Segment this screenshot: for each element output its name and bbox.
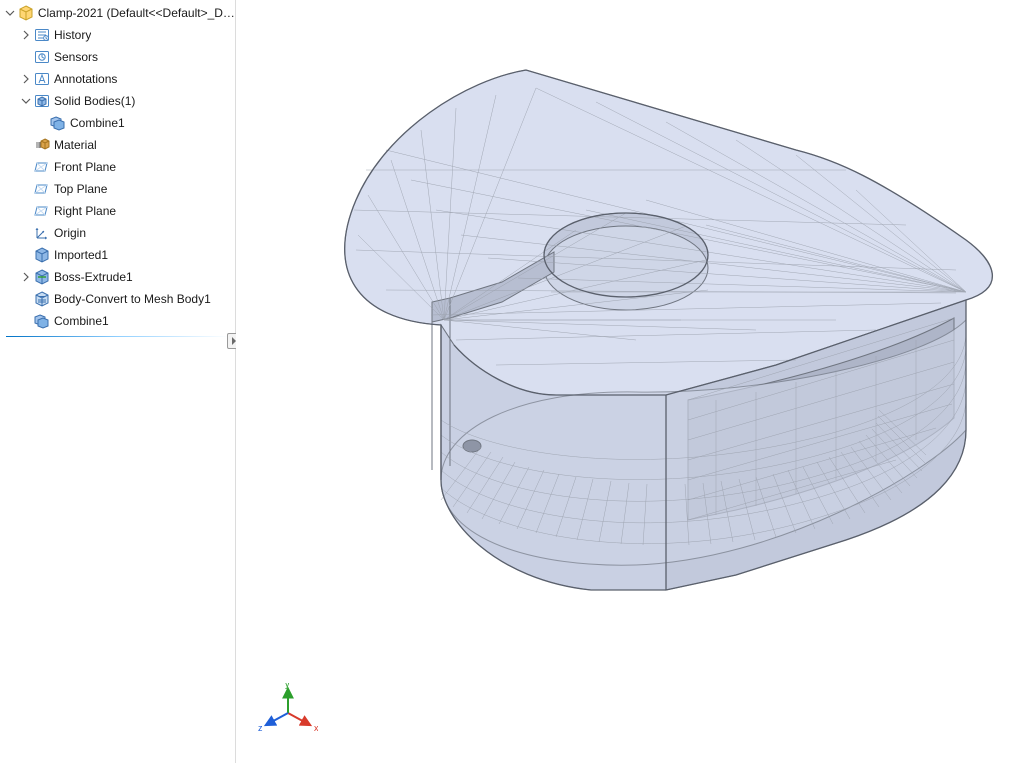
tree-item-label: Combine1 [70,116,125,130]
axis-y-label: y [285,683,290,689]
expand-icon[interactable] [20,51,32,63]
tree-item-label: Combine1 [54,314,109,328]
tree-item-label: Front Plane [54,160,116,174]
tree-item-label: Material [54,138,97,152]
history-icon [34,27,50,43]
tree-item-solidbodies-3[interactable]: Solid Bodies(1) [0,90,235,112]
expand-icon[interactable] [20,183,32,195]
axis-x-label: x [314,723,318,733]
tree-item-label: Solid Bodies(1) [54,94,135,108]
tree-item-label: Body-Convert to Mesh Body1 [54,292,211,306]
tree-root-label: Clamp-2021 (Default<<Default>_Disp [38,6,235,20]
expand-icon[interactable] [36,117,48,129]
imported-icon [34,247,50,263]
tree-item-plane-6[interactable]: Front Plane [0,156,235,178]
expand-icon[interactable] [20,29,32,41]
extrude-icon [34,269,50,285]
tree-item-label: History [54,28,91,42]
tree-item-history-0[interactable]: History [0,24,235,46]
annotations-icon [34,71,50,87]
expand-icon[interactable] [4,7,16,19]
model-solid [345,70,993,590]
axis-x [288,713,310,725]
combine-icon [50,115,66,131]
axis-z [266,713,288,725]
tree-item-material-5[interactable]: Material [0,134,235,156]
sensors-icon [34,49,50,65]
axis-z-label: z [258,723,263,733]
tree-item-meshconvert-12[interactable]: Body-Convert to Mesh Body1 [0,288,235,310]
tree-item-combine-13[interactable]: Combine1 [0,310,235,332]
expand-icon[interactable] [20,139,32,151]
combine-icon [34,313,50,329]
tree-root-row[interactable]: Clamp-2021 (Default<<Default>_Disp [0,2,235,24]
meshconvert-icon [34,291,50,307]
tree-item-label: Imported1 [54,248,108,262]
tree-item-origin-9[interactable]: Origin [0,222,235,244]
tree-item-annotations-2[interactable]: Annotations [0,68,235,90]
feature-tree-pane[interactable]: Clamp-2021 (Default<<Default>_Disp Histo… [0,0,236,763]
expand-icon[interactable] [20,227,32,239]
tree-item-plane-8[interactable]: Right Plane [0,200,235,222]
plane-icon [34,203,50,219]
expand-icon[interactable] [20,271,32,283]
tree-item-combine-4[interactable]: Combine1 [0,112,235,134]
expand-icon[interactable] [20,73,32,85]
tree-item-label: Top Plane [54,182,107,196]
tree-item-sensors-1[interactable]: Sensors [0,46,235,68]
plane-icon [34,181,50,197]
tree-end-divider [6,336,229,337]
model-canvas[interactable] [236,0,1011,763]
tree-item-label: Boss-Extrude1 [54,270,133,284]
tree-item-imported-10[interactable]: Imported1 [0,244,235,266]
origin-icon [34,225,50,241]
tree-item-plane-7[interactable]: Top Plane [0,178,235,200]
plane-icon [34,159,50,175]
solidbodies-icon [34,93,50,109]
orientation-triad[interactable]: x y z [258,683,318,743]
tree-item-label: Right Plane [54,204,116,218]
tree-item-label: Sensors [54,50,98,64]
tree-item-extrude-11[interactable]: Boss-Extrude1 [0,266,235,288]
graphics-viewport[interactable]: x y z [236,0,1011,763]
expand-icon[interactable] [20,95,32,107]
part-icon [18,5,34,21]
expand-icon[interactable] [20,315,32,327]
app-root: Clamp-2021 (Default<<Default>_Disp Histo… [0,0,1011,763]
expand-icon[interactable] [20,205,32,217]
expand-icon[interactable] [20,293,32,305]
expand-icon[interactable] [20,249,32,261]
tree-item-label: Annotations [54,72,117,86]
material-icon [34,137,50,153]
tree-item-label: Origin [54,226,86,240]
expand-icon[interactable] [20,161,32,173]
